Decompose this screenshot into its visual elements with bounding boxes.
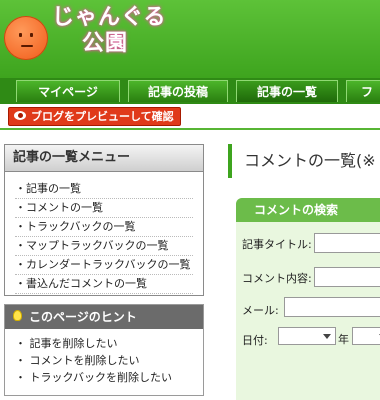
eye-icon	[14, 111, 26, 120]
menu-title: 記事の一覧メニュー	[5, 145, 203, 172]
menu-item-trackback-list[interactable]: ・トラックバックの一覧	[15, 218, 193, 237]
preview-bar: ブログをプレビューして確認	[0, 104, 380, 130]
year-label: 年	[338, 333, 349, 346]
article-title-label: 記事タイトル:	[242, 238, 312, 251]
logo-line-1: じゃんぐる	[52, 5, 167, 30]
tab-more[interactable]: フ	[346, 80, 380, 102]
logo-mouth	[21, 45, 33, 47]
logo-eye-left	[19, 33, 22, 37]
date-row: 日付:	[242, 332, 268, 348]
comment-content-input[interactable]	[314, 267, 380, 287]
date-label: 日付:	[242, 334, 268, 347]
hint-delete-comment[interactable]: ・ コメントを削除したい	[15, 352, 203, 369]
search-title: コメントの検索	[236, 198, 380, 222]
hint-delete-trackback[interactable]: ・ トラックバックを削除したい	[15, 369, 203, 386]
mail-input[interactable]	[284, 297, 380, 317]
article-title-input[interactable]	[314, 233, 380, 253]
hint-list: ・ 記事を削除したい ・ コメントを削除したい ・ トラックバックを削除したい	[15, 335, 203, 386]
main-nav: マイページ 記事の投稿 記事の一覧 フ	[0, 78, 380, 104]
year-select[interactable]	[278, 327, 336, 345]
hint-delete-article[interactable]: ・ 記事を削除したい	[15, 335, 203, 352]
hint-title: このページのヒント	[29, 310, 137, 324]
logo-eye-right	[30, 33, 33, 37]
tab-mypage[interactable]: マイページ	[16, 80, 120, 102]
menu-item-comment-list[interactable]: ・コメントの一覧	[15, 199, 193, 218]
menu-item-map-trackback-list[interactable]: ・マップトラックバックの一覧	[15, 237, 193, 256]
preview-blog-button[interactable]: ブログをプレビューして確認	[8, 107, 181, 126]
menu-item-calendar-trackback-list[interactable]: ・カレンダートラックバックの一覧	[15, 256, 193, 275]
comment-search-panel: コメントの検索 記事タイトル: コメント内容: メール: 日付: 年	[236, 198, 380, 400]
article-list-menu: 記事の一覧メニュー ・記事の一覧 ・コメントの一覧 ・トラックバックの一覧 ・マ…	[4, 144, 204, 296]
lightbulb-icon	[13, 310, 22, 321]
menu-item-written-comment-list[interactable]: ・書込んだコメントの一覧	[15, 275, 193, 294]
logo-face-icon[interactable]	[4, 16, 48, 60]
page-title: コメントの一覧(※	[228, 144, 380, 178]
comment-content-label: コメント内容:	[242, 272, 312, 285]
mail-row: メール:	[242, 302, 279, 318]
tab-article-list[interactable]: 記事の一覧	[236, 80, 338, 102]
month-select[interactable]	[352, 327, 380, 345]
logo-line-2: 公園	[82, 31, 129, 56]
tab-post-article[interactable]: 記事の投稿	[128, 80, 228, 102]
comment-content-row: コメント内容:	[242, 270, 312, 286]
hint-header: このページのヒント	[5, 305, 203, 329]
mail-label: メール:	[242, 304, 279, 317]
site-header: じゃんぐる 公園	[0, 0, 380, 78]
page-hints: このページのヒント ・ 記事を削除したい ・ コメントを削除したい ・ トラック…	[4, 304, 204, 396]
site-logo[interactable]: じゃんぐる 公園	[52, 5, 167, 56]
menu-item-article-list[interactable]: ・記事の一覧	[15, 180, 193, 199]
menu-list: ・記事の一覧 ・コメントの一覧 ・トラックバックの一覧 ・マップトラックバックの…	[15, 180, 203, 294]
preview-blog-label: ブログをプレビューして確認	[31, 110, 174, 123]
